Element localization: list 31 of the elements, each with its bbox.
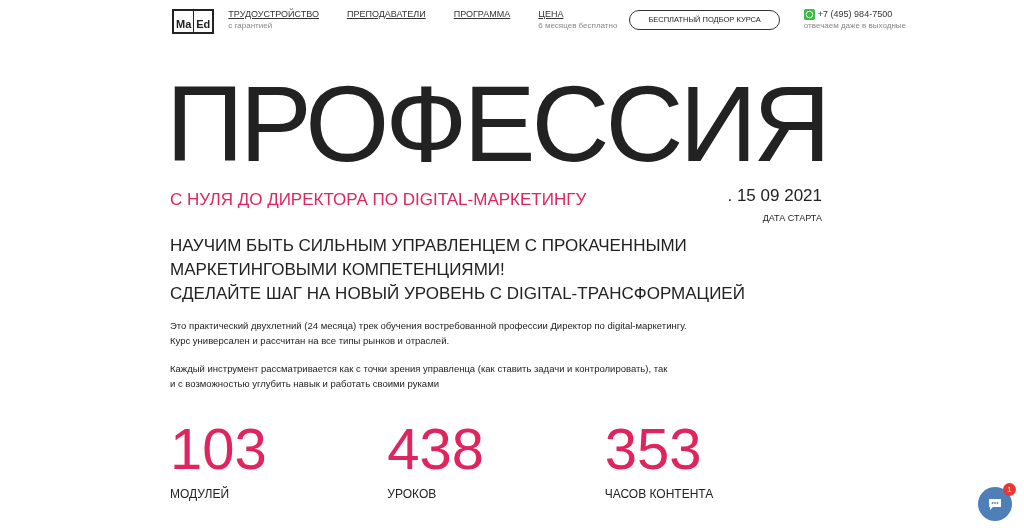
phone-number[interactable]: +7 (495) 984-7500 bbox=[817, 8, 893, 20]
headline: СДЕЛАЙТЕ ШАГ НА НОВЫЙ УРОВЕНЬ С DIGITAL-ТРАНСФОРМАЦИЕЙ bbox=[170, 282, 746, 305]
hero-subtitle: С НУЛЯ ДО ДИРЕКТОРА ПО DIGITAL-МАРКЕТИНГУ bbox=[170, 189, 587, 211]
stat-value: 353 bbox=[604, 418, 703, 479]
stat-label: ЧАСОВ КОНТЕНТА bbox=[604, 486, 715, 501]
notification-badge: 1 bbox=[1003, 483, 1016, 496]
paragraph-line: Каждый инструмент рассматривается как с точки зрения управленца (как ставить задачи и контролировать), так bbox=[170, 361, 669, 376]
whatsapp-icon[interactable] bbox=[803, 8, 815, 20]
nav-link[interactable]: ТРУДОУСТРОЙСТВО bbox=[228, 8, 319, 20]
chat-icon bbox=[988, 497, 1002, 511]
stat-value: 103 bbox=[170, 418, 268, 479]
start-date-label: ДАТА СТАРТА bbox=[762, 212, 822, 225]
logo-text: Ma bbox=[174, 11, 195, 32]
logo-text: Ed bbox=[195, 17, 212, 32]
nav-link[interactable]: ПРЕПОДАВАТЕЛИ bbox=[346, 8, 426, 20]
headline: НАУЧИМ БЫТЬ СИЛЬНЫМ УПРАВЛЕНЦЕМ С ПРОКАЧЕННЫМИ bbox=[170, 234, 688, 257]
nav-caption: 6 месяцев бесплатно bbox=[538, 20, 618, 32]
paragraph-line: Курс универсален и рассчитан на все типы рынков и отраслей. bbox=[170, 333, 451, 348]
start-date: . 15 09 2021 bbox=[727, 185, 822, 207]
stat-label: МОДУЛЕЙ bbox=[170, 486, 231, 501]
hero-title: ПРОФЕССИЯ bbox=[166, 62, 829, 186]
paragraph-line: и с возможностью углубить навык и работать своими руками bbox=[170, 376, 440, 391]
nav-link[interactable]: ЦЕНА bbox=[538, 8, 618, 20]
headline: МАРКЕТИНГОВЫМИ КОМПЕТЕНЦИЯМИ! bbox=[170, 258, 506, 281]
logo[interactable]: Ma Ed bbox=[172, 9, 215, 34]
stat-value: 438 bbox=[387, 418, 486, 479]
nav-caption: с гарантией bbox=[228, 20, 274, 32]
nav-link[interactable]: ПРОГРАММА bbox=[453, 8, 511, 20]
stat-label: УРОКОВ bbox=[387, 486, 438, 501]
phone-note: отвечаем даже в выходные bbox=[803, 20, 906, 32]
paragraph-line: Это практический двухлетний (24 месяца) трек обучения востребованной профессии Директор по digital-маркетингу. bbox=[170, 318, 688, 333]
